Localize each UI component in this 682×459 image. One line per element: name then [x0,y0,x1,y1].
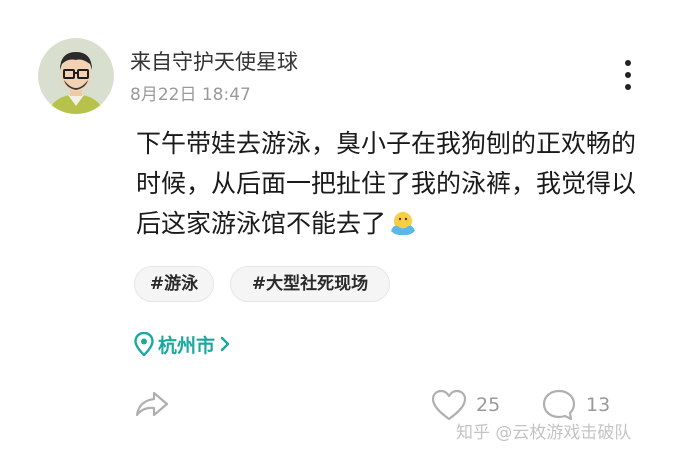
comment-button[interactable]: 13 [540,388,610,422]
location-label: 杭州市 [158,334,216,357]
post-content: 下午带娃去游泳，臭小子在我狗刨的正欢畅的 时候，从后面一把扯住了我的泳裤，我觉得… [136,124,666,244]
post-content-line-last: 后这家游泳馆不能去了 [136,204,666,244]
author-name[interactable]: 来自守护天使星球 [130,46,298,76]
location-pin-icon [134,332,154,356]
covering-face-emoji-icon [391,212,416,236]
more-vertical-icon-dot [625,84,631,90]
comment-count: 13 [586,394,611,416]
like-button[interactable]: 25 [430,388,500,422]
avatar[interactable] [38,38,114,114]
more-vertical-icon-dot [625,72,631,78]
post-content-line: 下午带娃去游泳，臭小子在我狗刨的正欢畅的 [136,129,637,158]
heart-icon [431,389,467,421]
share-icon[interactable] [134,389,170,419]
post-timestamp: 8月22日 18:47 [130,85,251,105]
watermark: 知乎 @云枚游戏击破队 [456,423,632,443]
topic-tag[interactable]: #大型社死现场 [230,266,390,302]
topic-tag[interactable]: #游泳 [134,266,214,302]
avatar-image [38,38,114,114]
location-link[interactable]: 杭州市 [134,330,236,358]
comment-icon [542,389,576,421]
post-card: 来自守护天使星球 8月22日 18:47 下午带娃去游泳，臭小子在我狗刨的正欢畅… [0,0,682,459]
chevron-right-icon [220,336,230,352]
more-vertical-icon [625,60,631,66]
post-content-line: 时候，从后面一把扯住了我的泳裤，我觉得以 [136,169,637,198]
more-options-button[interactable] [616,58,640,92]
like-count: 25 [476,394,501,416]
post-content-line-text: 后这家游泳馆不能去了 [136,209,387,238]
